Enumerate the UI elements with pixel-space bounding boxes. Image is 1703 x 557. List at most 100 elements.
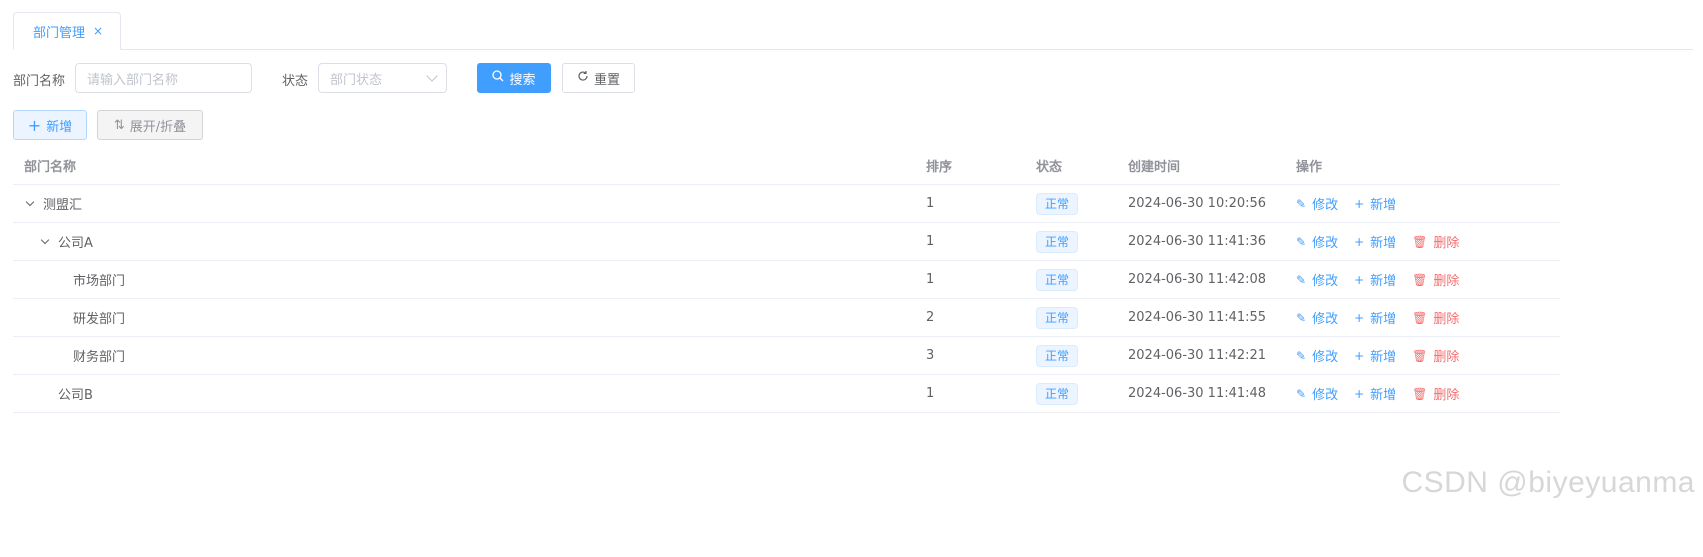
- add-button[interactable]: + 新增: [13, 110, 87, 140]
- add-link-label: 新增: [1370, 388, 1397, 403]
- plus-icon: +: [1354, 386, 1365, 401]
- status-placeholder: 部门状态: [330, 72, 383, 88]
- dept-name: 测盟汇: [43, 198, 83, 213]
- delete-link-label: 删除: [1433, 350, 1460, 365]
- search-button[interactable]: 搜索: [477, 63, 551, 93]
- dept-name: 财务部门: [73, 350, 126, 365]
- dept-name-label: 部门名称: [13, 74, 66, 89]
- table-header: 部门名称 排序 状态 创建时间 操作: [13, 146, 1560, 185]
- delete-link[interactable]: 🗑 删除: [1412, 308, 1460, 328]
- edit-link[interactable]: ✎ 修改: [1296, 194, 1338, 214]
- create-time-cell: 2024-06-30 10:20:56: [1128, 196, 1267, 211]
- table-row: 测盟汇 1 正常 2024-06-30 10:20:56 ✎ 修改 + 新增: [13, 185, 1560, 223]
- dept-name-cell: 财务部门: [73, 337, 125, 374]
- dept-name-cell: 研发部门: [73, 299, 125, 336]
- sort-cell: 1: [926, 272, 935, 287]
- add-button-label: 新增: [46, 119, 73, 135]
- create-time-cell: 2024-06-30 11:42:21: [1128, 348, 1267, 363]
- operations-cell: ✎ 修改 + 新增 🗑 删除: [1296, 375, 1475, 412]
- status-label: 状态: [282, 74, 309, 89]
- dept-name: 市场部门: [73, 274, 126, 289]
- dept-name: 公司B: [58, 388, 93, 403]
- delete-icon: 🗑: [1412, 348, 1428, 363]
- expand-collapse-label: 展开/折叠: [129, 119, 187, 135]
- chevron-down-icon[interactable]: [40, 235, 50, 244]
- delete-link[interactable]: 🗑 删除: [1412, 346, 1460, 366]
- table-row: 研发部门 2 正常 2024-06-30 11:41:55 ✎ 修改 + 新增 🗑 删除: [13, 299, 1560, 337]
- edit-icon: ✎: [1296, 272, 1307, 287]
- delete-icon: 🗑: [1412, 310, 1428, 325]
- edit-link[interactable]: ✎ 修改: [1296, 346, 1339, 366]
- watermark: CSDN @biyeyuanma: [1401, 466, 1695, 499]
- add-link-label: 新增: [1370, 350, 1397, 365]
- plus-icon: +: [1354, 196, 1365, 211]
- plus-icon: +: [1354, 272, 1365, 287]
- operations-cell: ✎ 修改 + 新增: [1296, 185, 1412, 222]
- dept-name-cell: 公司B: [58, 375, 93, 412]
- dept-name-cell: 测盟汇: [25, 185, 83, 222]
- edit-icon: ✎: [1296, 234, 1307, 249]
- status-cell: 正常: [1036, 261, 1079, 298]
- chevron-down-icon[interactable]: [25, 197, 35, 206]
- operations-cell: ✎ 修改 + 新增 🗑 删除: [1296, 261, 1475, 298]
- edit-link-label: 修改: [1312, 350, 1339, 365]
- plus-icon: +: [1354, 348, 1365, 363]
- create-time-cell: 2024-06-30 11:41:55: [1128, 310, 1267, 325]
- edit-link-label: 修改: [1312, 312, 1339, 327]
- close-icon[interactable]: ×: [93, 24, 103, 38]
- tab-dept-management[interactable]: 部门管理 ×: [13, 12, 121, 50]
- edit-link[interactable]: ✎ 修改: [1296, 232, 1339, 252]
- status-cell: 正常: [1036, 337, 1079, 374]
- status-badge: 正常: [1036, 306, 1079, 329]
- sort-cell: 1: [926, 196, 935, 211]
- sort-cell: 2: [926, 310, 935, 325]
- dept-table: 部门名称 排序 状态 创建时间 操作 测盟汇 1 正常 2024-06-30 10:2…: [13, 146, 1560, 413]
- sort-cell: 1: [926, 386, 935, 401]
- status-badge: 正常: [1036, 192, 1079, 215]
- header-create-time: 创建时间: [1128, 159, 1181, 175]
- edit-link-label: 修改: [1312, 236, 1339, 251]
- dept-name: 公司A: [58, 236, 93, 251]
- edit-link[interactable]: ✎ 修改: [1296, 308, 1339, 328]
- tab-label: 部门管理: [33, 25, 86, 41]
- delete-link[interactable]: 🗑 删除: [1412, 232, 1459, 252]
- plus-icon: +: [1354, 234, 1365, 249]
- table-row: 公司B 1 正常 2024-06-30 11:41:48 ✎ 修改 + 新增 🗑 删除: [13, 375, 1560, 413]
- expand-collapse-button[interactable]: ⇅ 展开/折叠: [97, 110, 203, 140]
- create-time-cell: 2024-06-30 11:41:48: [1128, 386, 1267, 401]
- delete-link[interactable]: 🗑 删除: [1412, 270, 1459, 290]
- reset-button[interactable]: 重置: [562, 63, 635, 93]
- edit-link[interactable]: ✎ 修改: [1296, 270, 1339, 290]
- status-badge: 正常: [1036, 268, 1079, 291]
- sort-cell: 3: [926, 348, 935, 363]
- add-link[interactable]: + 新增: [1354, 308, 1396, 328]
- add-link[interactable]: + 新增: [1354, 346, 1397, 366]
- delete-link-label: 删除: [1433, 312, 1460, 327]
- dept-name: 研发部门: [73, 312, 126, 327]
- plus-icon: +: [1354, 310, 1365, 325]
- edit-link-label: 修改: [1312, 274, 1339, 289]
- sort-icon: ⇅: [113, 117, 125, 133]
- chevron-down-icon: [426, 70, 438, 82]
- dept-name-cell: 市场部门: [73, 261, 125, 298]
- header-sort: 排序: [926, 159, 953, 175]
- delete-link-label: 删除: [1433, 388, 1460, 403]
- refresh-icon: [577, 70, 589, 86]
- add-link[interactable]: + 新增: [1354, 270, 1396, 290]
- dept-name-input[interactable]: 请输入部门名称: [75, 63, 252, 93]
- dept-name-placeholder: 请输入部门名称: [87, 72, 179, 88]
- edit-link-label: 修改: [1312, 388, 1339, 403]
- status-select[interactable]: 部门状态: [318, 63, 447, 93]
- edit-link[interactable]: ✎ 修改: [1296, 384, 1339, 404]
- add-link[interactable]: + 新增: [1354, 232, 1396, 252]
- add-link[interactable]: + 新增: [1354, 194, 1396, 214]
- status-cell: 正常: [1036, 299, 1079, 336]
- header-operations: 操作: [1296, 159, 1323, 175]
- status-badge: 正常: [1036, 230, 1079, 253]
- delete-link[interactable]: 🗑 删除: [1412, 384, 1460, 404]
- status-cell: 正常: [1036, 375, 1079, 412]
- header-status: 状态: [1036, 159, 1063, 175]
- add-link[interactable]: + 新增: [1354, 384, 1397, 404]
- dept-name-cell: 公司A: [40, 223, 93, 260]
- create-time-cell: 2024-06-30 11:42:08: [1128, 272, 1267, 287]
